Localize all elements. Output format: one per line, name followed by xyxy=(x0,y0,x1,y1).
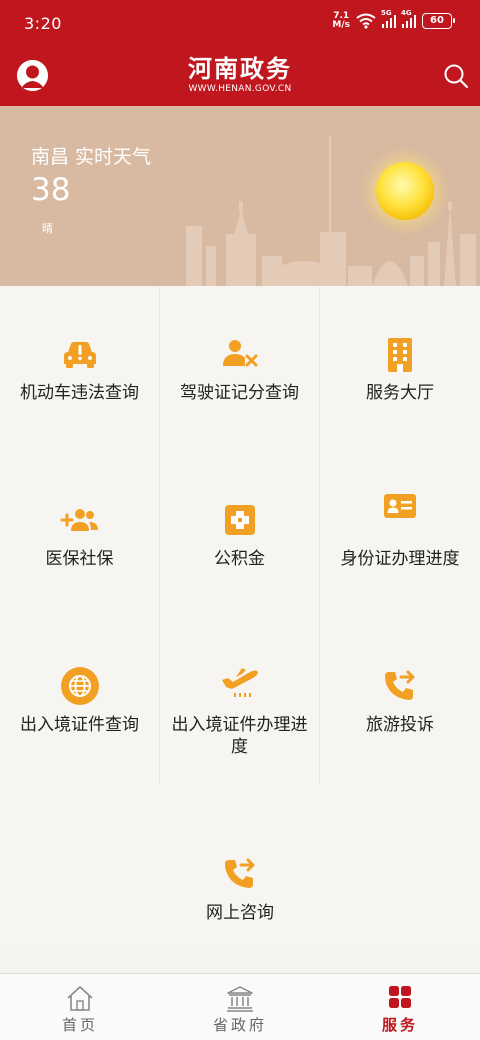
service-label: 网上咨询 xyxy=(206,903,274,923)
service-row: 机动车违法查询 驾驶证记分查询 服务大厅 xyxy=(0,286,480,452)
wifi-icon xyxy=(356,13,376,29)
home-icon xyxy=(67,986,93,1011)
phone-forward-icon xyxy=(385,670,415,700)
service-label: 旅游投诉 xyxy=(366,715,434,735)
nav-label: 省政府 xyxy=(212,1016,267,1034)
medical-cross-icon xyxy=(224,505,255,535)
app-title: 河南政务 xyxy=(188,54,292,83)
service-label: 出入境证件办理进度 xyxy=(171,715,308,757)
airplane-takeoff-icon xyxy=(221,668,258,697)
service-label: 驾驶证记分查询 xyxy=(180,383,299,403)
service-row: 出入境证件查询 出入境证件办理进度 旅游投诉 xyxy=(0,618,480,784)
status-bar: 3:20 7.1 M/s 5G 4G 60 xyxy=(0,0,480,50)
service-exit-entry-query[interactable]: 出入境证件查询 xyxy=(0,618,160,784)
battery-indicator: 60 xyxy=(422,13,455,29)
bottom-navigation: 首页 省政府 服务 xyxy=(0,973,480,1040)
government-building-icon xyxy=(227,986,253,1012)
nav-label: 首页 xyxy=(61,1016,98,1034)
service-exit-entry-progress[interactable]: 出入境证件办理进度 xyxy=(160,618,320,784)
app-url: WWW.HENAN.GOV.CN xyxy=(188,84,292,94)
add-users-icon xyxy=(60,509,98,531)
service-label: 公积金 xyxy=(214,549,265,569)
service-vehicle-violation[interactable]: 机动车违法查询 xyxy=(0,286,160,452)
weather-condition: 晴 xyxy=(42,222,53,235)
grid-icon xyxy=(389,986,411,1008)
weather-temperature: 38 xyxy=(31,172,71,208)
service-label: 服务大厅 xyxy=(366,383,434,403)
service-grid: 机动车违法查询 驾驶证记分查询 服务大厅 医保社保 公积金 身份证办理进度 出入… xyxy=(0,286,480,950)
brand-logo: 河南政务 WWW.HENAN.GOV.CN xyxy=(0,55,480,95)
service-label: 出入境证件查询 xyxy=(20,715,139,735)
service-hall[interactable]: 服务大厅 xyxy=(320,286,480,452)
status-time: 3:20 xyxy=(24,14,62,33)
nav-item-services[interactable]: 服务 xyxy=(320,974,480,1040)
phone-forward-icon xyxy=(225,858,255,888)
car-alert-icon xyxy=(63,342,96,368)
search-icon[interactable] xyxy=(442,62,470,90)
service-row: 医保社保 公积金 身份证办理进度 xyxy=(0,452,480,618)
weather-banner[interactable]: 南昌 实时天气 38 晴 xyxy=(0,106,480,286)
status-indicators: 7.1 M/s 5G 4G 60 xyxy=(332,9,455,30)
service-online-consult[interactable]: 网上咨询 xyxy=(0,784,480,950)
weather-city-title: 南昌 实时天气 xyxy=(31,146,152,168)
signal-sim2-icon: 4G xyxy=(401,9,416,28)
service-housing-fund[interactable]: 公积金 xyxy=(160,452,320,618)
service-medical-social-insurance[interactable]: 医保社保 xyxy=(0,452,160,618)
service-label: 身份证办理进度 xyxy=(340,549,460,569)
signal-sim1-icon: 5G xyxy=(381,9,396,28)
nav-item-home[interactable]: 首页 xyxy=(0,974,160,1040)
globe-icon xyxy=(60,667,99,705)
nav-label: 服务 xyxy=(381,1016,418,1034)
user-remove-icon xyxy=(222,340,257,367)
service-label: 医保社保 xyxy=(45,549,114,569)
network-speed: 7.1 M/s xyxy=(332,11,350,30)
service-id-card-progress[interactable]: 身份证办理进度 xyxy=(320,452,480,618)
service-label: 机动车违法查询 xyxy=(20,383,139,403)
app-header: 河南政务 WWW.HENAN.GOV.CN xyxy=(0,50,480,106)
id-card-icon xyxy=(384,494,416,518)
sunny-weather-icon xyxy=(376,162,434,220)
service-row: 网上咨询 xyxy=(0,784,480,950)
nav-item-province-gov[interactable]: 省政府 xyxy=(160,974,320,1040)
service-license-points[interactable]: 驾驶证记分查询 xyxy=(160,286,320,452)
building-icon xyxy=(388,338,412,372)
service-travel-complaint[interactable]: 旅游投诉 xyxy=(320,618,480,784)
